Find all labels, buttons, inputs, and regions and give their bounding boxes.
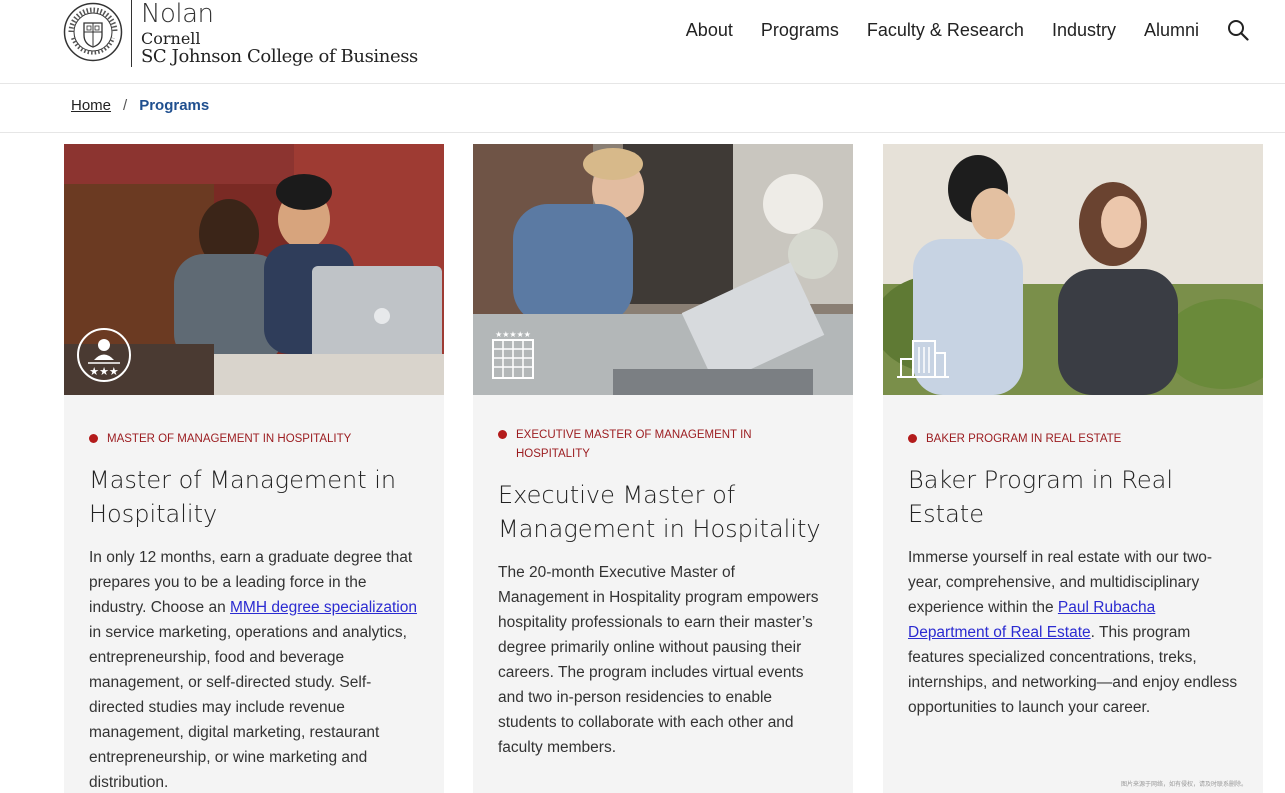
svg-text:★★★: ★★★ (89, 365, 119, 378)
card-body: Baker Program in Real Estate Baker Progr… (883, 430, 1263, 720)
card-eyebrow: Executive Master of Management in Hospit… (498, 426, 828, 464)
card-description: The 20-month Executive Master of Managem… (498, 564, 819, 756)
card-image-emmh: ★★★★★ (473, 144, 853, 395)
logo-wordmark: Nolan Cornell SC Johnson College of Busi… (141, 0, 418, 67)
breadcrumb-current: Programs (139, 97, 210, 114)
program-card-baker[interactable]: Baker Program in Real Estate Baker Progr… (883, 144, 1263, 793)
card-body: Master of Management in Hospitality Mast… (64, 430, 444, 793)
eyebrow-label: Baker Program in Real Estate (926, 433, 1122, 445)
site-header: Nolan Cornell SC Johnson College of Busi… (0, 0, 1285, 84)
nav-faculty-research[interactable]: Faculty & Research (867, 20, 1024, 41)
card-title[interactable]: Master of Management in Hospitality (89, 463, 419, 531)
card-title[interactable]: Baker Program in Real Estate (908, 463, 1238, 531)
mmh-specialization-link[interactable]: MMH degree specialization (230, 599, 417, 616)
program-card-mmh[interactable]: ★★★ Master of Management in Hospitality … (64, 144, 444, 793)
desc-text: in service marketing, operations and ana… (89, 624, 407, 791)
nav-about[interactable]: About (686, 20, 733, 41)
card-description: Immerse yourself in real estate with our… (908, 545, 1238, 720)
eyebrow-dot (498, 430, 507, 439)
eyebrow-dot (908, 434, 917, 443)
search-icon[interactable] (1227, 19, 1249, 41)
card-description: In only 12 months, earn a graduate degre… (89, 545, 419, 793)
eyebrow-label: Executive Master of Management in Hospit… (516, 429, 752, 460)
nav-alumni[interactable]: Alumni (1144, 20, 1199, 41)
eyebrow-label: Master of Management in Hospitality (107, 433, 352, 445)
image-watermark: 图片来源于网络，如有侵权，请及时联系删除。 (1120, 781, 1247, 788)
logo-cornell: Cornell (141, 29, 201, 48)
card-eyebrow: Baker Program in Real Estate (908, 430, 1238, 449)
city-buildings-icon (897, 340, 949, 378)
hospitality-rating-icon: ★★★ (77, 328, 131, 382)
card-eyebrow: Master of Management in Hospitality (89, 430, 419, 449)
cornell-nolan-logo[interactable]: Nolan Cornell SC Johnson College of Busi… (63, 0, 418, 70)
card-title[interactable]: Executive Master of Management in Hospit… (498, 478, 828, 546)
breadcrumb-separator: / (123, 97, 128, 114)
eyebrow-dot (89, 434, 98, 443)
logo-college: SC Johnson College of Business (141, 46, 418, 67)
breadcrumb-divider (0, 132, 1285, 133)
card-image-mmh: ★★★ (64, 144, 444, 395)
main-nav: About Programs Faculty & Research Indust… (658, 19, 1249, 41)
hotel-building-icon: ★★★★★ (492, 330, 534, 379)
card-image-baker (883, 144, 1263, 395)
svg-text:★★★★★: ★★★★★ (495, 330, 531, 339)
program-card-emmh[interactable]: ★★★★★ Executive Master of Management in … (473, 144, 853, 793)
breadcrumb-home[interactable]: Home (71, 97, 111, 114)
breadcrumb: Home / Programs (71, 97, 209, 114)
cornell-seal-icon (63, 2, 123, 62)
nav-industry[interactable]: Industry (1052, 20, 1116, 41)
logo-divider (131, 0, 132, 67)
nav-programs[interactable]: Programs (761, 20, 839, 41)
card-body: Executive Master of Management in Hospit… (473, 426, 853, 760)
logo-nolan: Nolan (141, 0, 214, 29)
